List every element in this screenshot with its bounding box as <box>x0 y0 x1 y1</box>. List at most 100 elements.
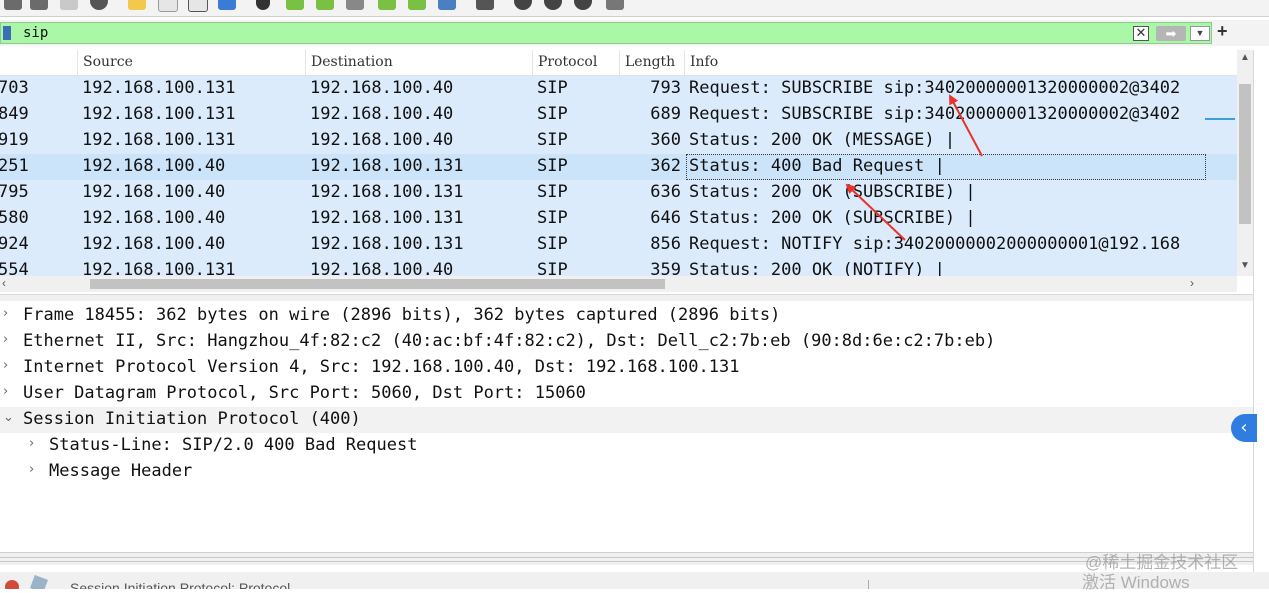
filter-text[interactable]: sip <box>23 25 48 41</box>
packet-info: Request: SUBSCRIBE sip:34020000001320000… <box>689 78 1181 98</box>
tree-item-status-line[interactable]: › Status-Line: SIP/2.0 400 Bad Request <box>0 433 1253 459</box>
packet-info: Status: 200 OK (MESSAGE) | <box>689 130 956 150</box>
splitter-grip <box>0 557 1253 562</box>
right-gutter <box>1253 50 1269 572</box>
chevron-down-icon[interactable]: ⌄ <box>3 410 14 425</box>
packet-info: Status: 400 Bad Request | <box>689 156 945 176</box>
column-length[interactable]: Length <box>625 54 675 70</box>
packet-row[interactable]: 919 192.168.100.131 192.168.100.40 SIP 3… <box>0 128 1237 154</box>
edit-comment-icon[interactable] <box>30 575 48 589</box>
status-text: Session Initiation Protocol: Protocol <box>70 580 291 589</box>
column-info[interactable]: Info <box>690 54 718 70</box>
bookmark-icon[interactable] <box>3 26 11 40</box>
packet-length: 360 <box>650 130 681 150</box>
packet-number: 924 <box>0 234 29 254</box>
packet-length: 646 <box>650 208 681 228</box>
display-filter-input[interactable]: sip ✕ ➡ ▼ <box>0 22 1212 44</box>
packet-list-vertical-scrollbar[interactable]: ▲ ▼ <box>1237 50 1253 276</box>
scrollbar-thumb[interactable] <box>90 279 665 289</box>
chevron-down-icon[interactable]: ▼ <box>1240 260 1250 271</box>
packet-number: 554 <box>0 260 29 276</box>
packet-row[interactable]: 795 192.168.100.40 192.168.100.131 SIP 6… <box>0 180 1237 206</box>
packet-length: 362 <box>650 156 681 176</box>
column-protocol[interactable]: Protocol <box>538 54 597 70</box>
packet-destination: 192.168.100.131 <box>310 182 464 202</box>
scrollbar-thumb[interactable] <box>1239 84 1251 224</box>
tree-item-udp[interactable]: › User Datagram Protocol, Src Port: 5060… <box>0 381 1253 407</box>
restart-capture-icon[interactable] <box>30 0 48 10</box>
zoom-in-icon[interactable] <box>514 0 532 10</box>
tree-item-label: Session Initiation Protocol (400) <box>23 409 361 429</box>
packet-row[interactable]: 703 192.168.100.131 192.168.100.40 SIP 7… <box>0 76 1237 102</box>
packet-destination: 192.168.100.40 <box>310 104 454 124</box>
packet-list-horizontal-scrollbar[interactable]: ‹ › <box>0 276 1237 292</box>
open-file-icon[interactable] <box>60 0 78 10</box>
tree-item-sip[interactable]: ⌄ Session Initiation Protocol (400) <box>0 407 1253 433</box>
packet-row[interactable]: 849 192.168.100.131 192.168.100.40 SIP 6… <box>0 102 1237 128</box>
add-filter-button[interactable]: + <box>1217 21 1228 42</box>
packet-destination: 192.168.100.131 <box>310 208 464 228</box>
display-filter-bar: sip ✕ ➡ ▼ + <box>0 20 1269 46</box>
packet-length: 793 <box>650 78 681 98</box>
packet-row-selected[interactable]: 251 192.168.100.40 192.168.100.131 SIP 3… <box>0 154 1237 180</box>
chevron-right-icon[interactable]: › <box>3 358 8 373</box>
colorize-icon[interactable] <box>476 0 494 10</box>
main-toolbar <box>0 0 1269 17</box>
resize-columns-icon[interactable] <box>606 0 624 10</box>
tree-item-ethernet[interactable]: › Ethernet II, Src: Hangzhou_4f:82:c2 (4… <box>0 329 1253 355</box>
packet-number: 580 <box>0 208 29 228</box>
close-file-icon[interactable] <box>188 0 208 12</box>
packet-protocol: SIP <box>537 182 568 202</box>
packet-source: 192.168.100.131 <box>82 104 236 124</box>
chevron-right-icon[interactable]: › <box>3 384 8 399</box>
chevron-right-icon[interactable]: › <box>29 462 34 477</box>
chevron-right-icon[interactable]: › <box>29 436 34 451</box>
packet-destination: 192.168.100.40 <box>310 260 454 276</box>
tree-item-message-header[interactable]: › Message Header <box>0 459 1253 485</box>
chevron-right-icon[interactable]: › <box>3 332 8 347</box>
packet-protocol: SIP <box>537 234 568 254</box>
packet-number: 919 <box>0 130 29 150</box>
folder-icon[interactable] <box>128 0 146 10</box>
chevron-right-icon[interactable]: › <box>3 306 8 321</box>
stop-capture-icon[interactable] <box>4 0 22 10</box>
chevron-up-icon[interactable]: ▲ <box>1240 52 1250 63</box>
packet-list-header: Source Destination Protocol Length Info <box>0 50 1237 76</box>
chevron-right-icon[interactable]: › <box>1190 276 1194 290</box>
side-panel-toggle-button[interactable]: ‹ <box>1231 414 1257 442</box>
go-forward-icon[interactable] <box>316 0 334 10</box>
packet-destination: 192.168.100.40 <box>310 78 454 98</box>
zoom-out-icon[interactable] <box>544 0 562 10</box>
column-source[interactable]: Source <box>83 54 133 70</box>
autoscroll-icon[interactable] <box>438 0 456 10</box>
tree-item-label: Internet Protocol Version 4, Src: 192.16… <box>23 357 740 377</box>
go-to-packet-icon[interactable] <box>346 0 364 10</box>
file-icon[interactable] <box>158 0 178 12</box>
options-icon[interactable] <box>90 0 108 10</box>
reload-icon[interactable] <box>218 0 236 10</box>
zoom-reset-icon[interactable] <box>574 0 592 10</box>
packet-row[interactable]: 924 192.168.100.40 192.168.100.131 SIP 8… <box>0 232 1237 258</box>
packet-source: 192.168.100.131 <box>82 78 236 98</box>
packet-number: 795 <box>0 182 29 202</box>
chevron-down-icon[interactable]: ▼ <box>1190 26 1210 41</box>
tree-item-ip[interactable]: › Internet Protocol Version 4, Src: 192.… <box>0 355 1253 381</box>
first-packet-icon[interactable] <box>378 0 396 10</box>
tree-item-frame[interactable]: › Frame 18455: 362 bytes on wire (2896 b… <box>0 303 1253 329</box>
packet-info: Status: 200 OK (SUBSCRIBE) | <box>689 182 976 202</box>
packet-row[interactable]: 580 192.168.100.40 192.168.100.131 SIP 6… <box>0 206 1237 232</box>
clear-filter-icon[interactable]: ✕ <box>1133 26 1149 41</box>
packet-length: 689 <box>650 104 681 124</box>
go-back-icon[interactable] <box>286 0 304 10</box>
find-icon[interactable] <box>256 0 270 10</box>
column-destination[interactable]: Destination <box>311 54 393 70</box>
packet-row[interactable]: 554 192.168.100.131 192.168.100.40 SIP 3… <box>0 258 1237 276</box>
apply-filter-icon[interactable]: ➡ <box>1156 26 1186 41</box>
pane-splitter[interactable] <box>0 552 1253 565</box>
chevron-left-icon[interactable]: ‹ <box>2 276 6 290</box>
packet-rows: 703 192.168.100.131 192.168.100.40 SIP 7… <box>0 76 1237 276</box>
packet-destination: 192.168.100.40 <box>310 130 454 150</box>
packet-source: 192.168.100.131 <box>82 260 236 276</box>
last-packet-icon[interactable] <box>408 0 426 10</box>
expert-info-icon[interactable] <box>5 580 19 589</box>
